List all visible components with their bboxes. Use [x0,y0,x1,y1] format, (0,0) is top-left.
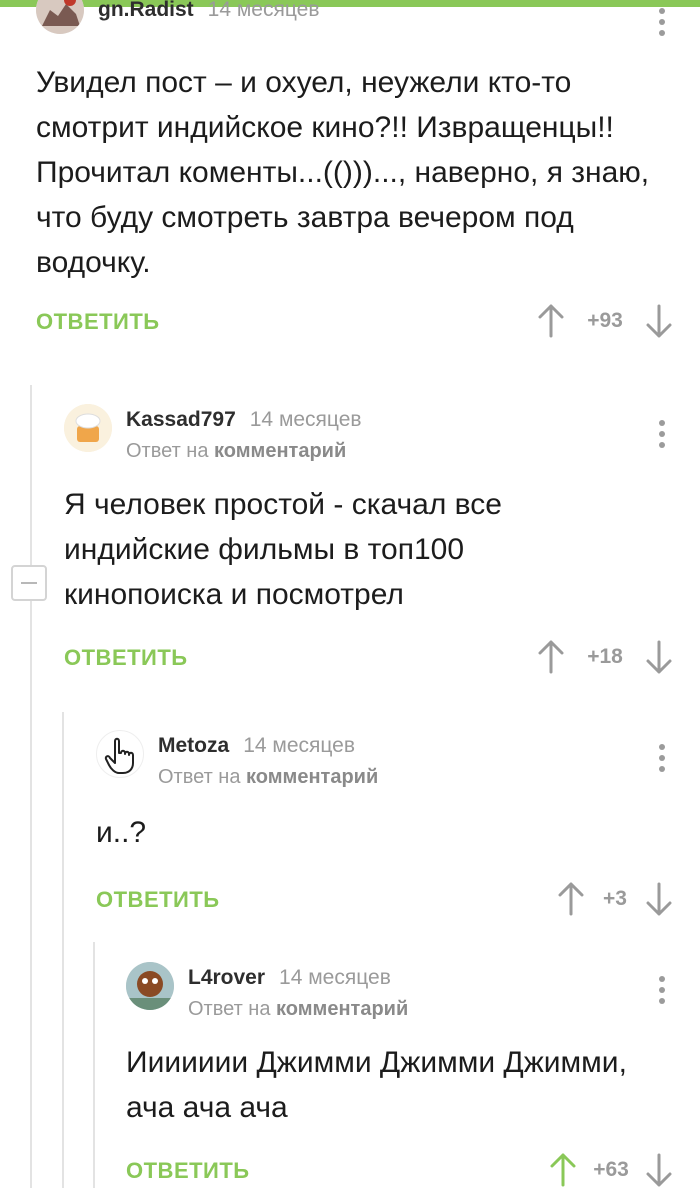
avatar[interactable] [126,962,174,1010]
avatar-image-icon [64,404,112,452]
reply-button[interactable]: ОТВЕТИТЬ [126,1158,250,1184]
arrow-down-icon[interactable] [644,1152,674,1188]
comment: gn.Radist 14 месяцев Увидел пост – и охуе… [36,0,700,349]
hand-pointer-icon [104,737,134,774]
comment-time: 14 месяцев [249,408,362,431]
comment: Kassad797 14 месяцев Ответ на комментарий… [64,404,700,685]
more-vertical-icon [659,420,665,426]
comment-header: gn.Radist 14 месяцев [36,0,700,66]
comment-author[interactable]: Kassad797 14 месяцев [126,408,362,432]
comment-actions: ОТВЕТИТЬ +63 [126,1148,700,1198]
comment-menu-button[interactable] [658,8,666,38]
comment: L4rover 14 месяцев Ответ на комментарий И… [126,962,700,1198]
comment-header: Metoza 14 месяцев Ответ на комментарий [96,730,700,810]
vote-control: +18 [536,635,674,679]
thread-line-level-3 [93,942,95,1188]
comment-score: +18 [587,645,623,668]
reply-button[interactable]: ОТВЕТИТЬ [64,645,188,671]
reply-to-label: Ответ на комментарий [188,998,409,1020]
reply-to-link[interactable]: комментарий [246,766,378,788]
comment-text: Иииииии Джимми Джимми Джимми, ача ача ач… [126,1046,627,1124]
comment-time: 14 месяцев [279,966,391,989]
avatar-image-icon [126,962,174,1010]
reply-button[interactable]: ОТВЕТИТЬ [36,309,160,335]
comment-text: Увидел пост – и охуел, неужели кто-то см… [36,66,650,279]
comment-menu-button[interactable] [658,976,666,1006]
arrow-down-icon[interactable] [644,303,674,339]
more-vertical-icon [659,744,665,750]
comment-score: +63 [593,1158,629,1181]
comment-menu-button[interactable] [658,420,666,450]
comment-header: Kassad797 14 месяцев Ответ на комментарий [64,404,700,482]
reply-to-label: Ответ на комментарий [126,440,347,462]
vote-control: +63 [548,1148,674,1192]
avatar[interactable] [96,730,144,778]
vote-control: +93 [536,299,674,343]
comment-score: +3 [603,887,627,910]
avatar[interactable] [36,0,84,34]
comment-header: L4rover 14 месяцев Ответ на комментарий [126,962,700,1040]
reply-to-label: Ответ на комментарий [158,766,379,788]
arrow-up-icon[interactable] [536,639,566,675]
comment-actions: ОТВЕТИТЬ +18 [64,635,700,685]
comment-author[interactable]: gn.Radist 14 месяцев [98,0,319,22]
comment-score: +93 [587,309,623,332]
avatar[interactable] [64,404,112,452]
comment-menu-button[interactable] [658,744,666,774]
arrow-down-icon[interactable] [644,881,674,917]
avatar-image-icon [36,0,84,34]
reply-to-link[interactable]: комментарий [276,998,408,1020]
comment-author[interactable]: L4rover 14 месяцев [188,966,391,990]
thread-line-level-1 [30,385,32,1188]
arrow-up-icon[interactable] [548,1152,578,1188]
comment-actions: ОТВЕТИТЬ +3 [96,877,700,927]
arrow-down-icon[interactable] [644,639,674,675]
comment-text: Я человек простой - скачал все индийские… [64,488,502,611]
collapse-thread-button[interactable] [11,565,47,601]
comment-actions: ОТВЕТИТЬ +93 [36,299,700,349]
comment: Metoza 14 месяцев Ответ на комментарий и.… [96,730,700,927]
arrow-up-icon[interactable] [556,881,586,917]
vote-control: +3 [556,877,674,921]
reply-to-link[interactable]: комментарий [214,440,346,462]
comment-time: 14 месяцев [207,0,320,21]
comment-author[interactable]: Metoza 14 месяцев [158,734,355,758]
comment-text: и..? [96,816,147,849]
reply-button[interactable]: ОТВЕТИТЬ [96,887,220,913]
more-vertical-icon [659,8,665,14]
thread-line-level-2 [62,712,64,1188]
comment-time: 14 месяцев [243,734,355,757]
more-vertical-icon [659,976,665,982]
arrow-up-icon[interactable] [536,303,566,339]
